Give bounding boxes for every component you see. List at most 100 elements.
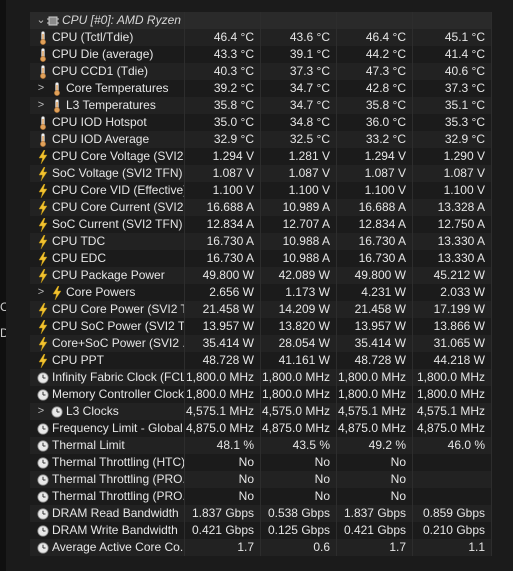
value-cell-average xyxy=(413,488,492,505)
sensor-row[interactable]: DRAM Write Bandwidth 0.421 Gbps 0.125 Gbps… xyxy=(30,522,492,539)
sensor-name-cell: Thermal Throttling (PRO... xyxy=(30,471,185,488)
sensor-row[interactable]: > L3 Clocks 4,575.1 MHz 4,575.0 MHz 4,575.1 … xyxy=(30,403,492,420)
collapse-icon[interactable]: ⌄ xyxy=(36,12,46,29)
value-cell-average: 44.218 W xyxy=(413,352,492,369)
lightning-icon xyxy=(36,182,50,199)
sensor-row[interactable]: Frequency Limit - Global 4,875.0 MHz 4,875… xyxy=(30,420,492,437)
value-cell-min: 0.538 Gbps xyxy=(261,505,337,522)
lightning-icon xyxy=(36,216,50,233)
value-cell-min: 4,575.0 MHz xyxy=(261,403,337,420)
thermometer-icon xyxy=(50,97,64,114)
lightning-icon xyxy=(36,148,50,165)
sensor-row[interactable]: CPU PPT 48.728 W 41.161 W 48.728 W 44.218 W xyxy=(30,352,492,369)
value-cell-average: 4,575.1 MHz xyxy=(413,403,492,420)
value-cell-min: 28.054 W xyxy=(261,335,337,352)
sensor-row[interactable]: CPU EDC 16.730 A 10.988 A 16.730 A 13.330 A xyxy=(30,250,492,267)
sensor-row[interactable]: Core+SoC Power (SVI2 ... 35.414 W 28.054 W… xyxy=(30,335,492,352)
sensor-name-cell: Frequency Limit - Global xyxy=(30,420,185,437)
sensor-name-cell: SoC Current (SVI2 TFN) xyxy=(30,216,185,233)
sensor-row[interactable]: CPU (Tctl/Tdie) 46.4 °C 43.6 °C 46.4 °C 45.1… xyxy=(30,29,492,46)
value-cell-current: 40.3 °C xyxy=(185,63,261,80)
value-cell-max: 0.421 Gbps xyxy=(337,522,413,539)
value-cell-min: No xyxy=(261,488,337,505)
sensor-name-cell: SoC Voltage (SVI2 TFN) xyxy=(30,165,185,182)
sensor-row[interactable]: DRAM Read Bandwidth 1.837 Gbps 0.538 Gbps 1… xyxy=(30,505,492,522)
sensor-row[interactable]: CPU IOD Hotspot 35.0 °C 34.8 °C 36.0 °C 35.3… xyxy=(30,114,492,131)
clock-icon xyxy=(36,522,50,539)
sensor-label: L3 Temperatures xyxy=(66,98,156,112)
sensor-row[interactable]: Average Active Core Co... 1.7 0.6 1.7 1.1 xyxy=(30,539,492,556)
clock-icon xyxy=(36,539,50,556)
left-window-edge: C D xyxy=(0,0,6,571)
sensor-name-cell: CPU IOD Average xyxy=(30,131,185,148)
expand-chevron-icon[interactable]: > xyxy=(36,80,46,97)
value-cell-min: 34.7 °C xyxy=(261,80,337,97)
group-label: CPU [#0]: AMD Ryzen 7 ... xyxy=(62,13,184,27)
value-cell-current: 35.0 °C xyxy=(185,114,261,131)
value-cell-min: 10.988 A xyxy=(261,250,337,267)
sensor-row[interactable]: CPU Core Current (SVI2 ... 16.688 A 10.989… xyxy=(30,199,492,216)
value-cell-average: 45.1 °C xyxy=(413,29,492,46)
value-cell-max xyxy=(337,12,413,29)
value-cell-max: 1.100 V xyxy=(337,182,413,199)
sensor-label: CPU EDC xyxy=(52,251,107,265)
sensor-label: Core+SoC Power (SVI2 ... xyxy=(52,336,184,350)
value-cell-average: 1.100 V xyxy=(413,182,492,199)
value-cell-average: 0.210 Gbps xyxy=(413,522,492,539)
sensor-row[interactable]: CPU Die (average) 43.3 °C 39.1 °C 44.2 °C 41… xyxy=(30,46,492,63)
clock-icon xyxy=(36,505,50,522)
sensor-row[interactable]: Thermal Throttling (PRO... No No No xyxy=(30,471,492,488)
sensor-row[interactable]: Thermal Limit 48.1 % 43.5 % 49.2 % 46.0 % xyxy=(30,437,492,454)
sensor-label: CPU Package Power xyxy=(52,268,165,282)
sensor-row[interactable]: > L3 Temperatures 35.8 °C 34.7 °C 35.8 °C 35.… xyxy=(30,97,492,114)
value-cell-current: 4,875.0 MHz xyxy=(185,420,261,437)
sensor-label: CPU PPT xyxy=(52,353,105,367)
value-cell-min: 13.820 W xyxy=(261,318,337,335)
sensor-row[interactable]: Thermal Throttling (HTC) No No No xyxy=(30,454,492,471)
sensor-row[interactable]: > Core Powers 2.656 W 1.173 W 4.231 W 2.033 W xyxy=(30,284,492,301)
sensor-row[interactable]: Thermal Throttling (PRO... No No No xyxy=(30,488,492,505)
sensor-row[interactable]: CPU Core Voltage (SVI2 ... 1.294 V 1.281 V… xyxy=(30,148,492,165)
sensor-label: CPU IOD Average xyxy=(52,132,150,146)
sensor-row[interactable]: CPU TDC 16.730 A 10.988 A 16.730 A 13.330 A xyxy=(30,233,492,250)
value-cell-min: 12.707 A xyxy=(261,216,337,233)
value-cell-max: 4.231 W xyxy=(337,284,413,301)
lightning-icon xyxy=(36,352,50,369)
sensor-label: L3 Clocks xyxy=(66,404,119,418)
sensor-row[interactable]: CPU CCD1 (Tdie) 40.3 °C 37.3 °C 47.3 °C 40.6… xyxy=(30,63,492,80)
lightning-icon xyxy=(50,284,64,301)
sensor-name-cell: CPU Core Current (SVI2 ... xyxy=(30,199,185,216)
value-cell-max: 46.4 °C xyxy=(337,29,413,46)
edge-glyph: D xyxy=(0,326,6,340)
value-cell-max: 16.730 A xyxy=(337,233,413,250)
sensor-row[interactable]: CPU Core Power (SVI2 T... 21.458 W 14.209 … xyxy=(30,301,492,318)
expand-chevron-icon[interactable]: > xyxy=(36,284,46,301)
sensor-label: Thermal Limit xyxy=(52,438,125,452)
sensor-row[interactable]: Infinity Fabric Clock (FCLK)1,800.0 MHz1… xyxy=(30,369,492,386)
value-cell-current: No xyxy=(185,454,261,471)
expand-chevron-icon[interactable]: > xyxy=(36,97,46,114)
sensor-row[interactable]: CPU Core VID (Effective) 1.100 V 1.100 V 1.… xyxy=(30,182,492,199)
sensor-name-cell: CPU CCD1 (Tdie) xyxy=(30,63,185,80)
value-cell-max: 44.2 °C xyxy=(337,46,413,63)
sensor-row[interactable]: Memory Controller Clock ... 1,800.0 MHz 1,… xyxy=(30,386,492,403)
sensor-row[interactable]: CPU IOD Average 32.9 °C 32.5 °C 33.2 °C 32.9… xyxy=(30,131,492,148)
sensor-label: Core Temperatures xyxy=(66,81,169,95)
sensor-label: CPU Core VID (Effective) xyxy=(52,183,184,197)
sensor-row[interactable]: CPU Package Power 49.800 W 42.089 W 49.800 … xyxy=(30,267,492,284)
value-cell-average: 1.087 V xyxy=(413,165,492,182)
clock-icon xyxy=(36,488,50,505)
value-cell-max: 4,875.0 MHz xyxy=(337,420,413,437)
sensor-row[interactable]: SoC Current (SVI2 TFN) 12.834 A 12.707 A 12… xyxy=(30,216,492,233)
sensor-row[interactable]: > Core Temperatures 39.2 °C 34.7 °C 42.8 °C 3… xyxy=(30,80,492,97)
sensor-name-cell: CPU PPT xyxy=(30,352,185,369)
expand-chevron-icon[interactable]: > xyxy=(36,403,46,420)
sensor-row[interactable]: CPU SoC Power (SVI2 TFN)13.957 W13.820 W… xyxy=(30,318,492,335)
sensor-row[interactable]: SoC Voltage (SVI2 TFN) 1.087 V 1.087 V 1.08… xyxy=(30,165,492,182)
thermometer-icon xyxy=(36,63,50,80)
value-cell-current: 16.730 A xyxy=(185,233,261,250)
sensor-name-cell: DRAM Write Bandwidth xyxy=(30,522,185,539)
sensor-name-cell: CPU IOD Hotspot xyxy=(30,114,185,131)
value-cell-average xyxy=(413,12,492,29)
group-header-row[interactable]: ⌄ CPU [#0]: AMD Ryzen 7 ... xyxy=(30,12,492,29)
